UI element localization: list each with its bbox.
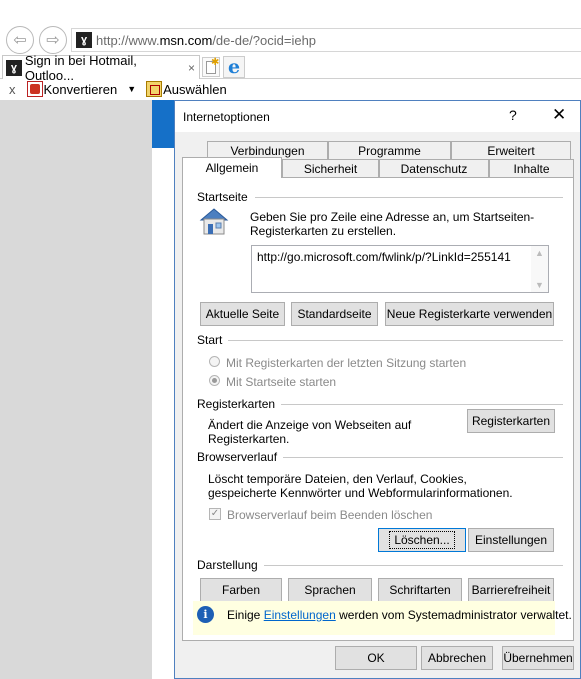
history-description: Löscht temporäre Dateien, den Verlauf, C… [208, 472, 513, 500]
divider [225, 340, 563, 341]
delete-on-exit-checkbox[interactable]: ✓ [209, 508, 221, 520]
new-tab-button[interactable]: ✱ [202, 57, 220, 77]
tab-allgemein[interactable]: Allgemein [182, 157, 282, 178]
tab-close-icon[interactable]: × [188, 61, 195, 75]
tab-sicherheit[interactable]: Sicherheit [282, 159, 379, 177]
msn-header-strip [152, 100, 174, 148]
divider [273, 404, 563, 405]
dialog-titlebar: Internetoptionen ? ✕ [175, 101, 580, 132]
select-icon [146, 81, 163, 97]
close-button[interactable]: ✕ [552, 105, 566, 125]
colors-button[interactable]: Farben [200, 578, 282, 602]
radio-last-session-label: Mit Registerkarten der letzten Sitzung s… [226, 356, 467, 370]
delete-button[interactable]: Löschen... [378, 528, 466, 552]
fonts-button[interactable]: Schriftarten [378, 578, 462, 602]
back-button[interactable]: ⇦ [6, 26, 34, 54]
chevron-down-icon[interactable]: ▼ [127, 84, 136, 94]
history-heading: Browserverlauf [197, 450, 284, 464]
homepage-url-field[interactable]: http://go.microsoft.com/fwlink/p/?LinkId… [251, 245, 549, 293]
info-message: Einige Einstellungen werden vom Systemad… [227, 608, 572, 622]
delete-button-label: Löschen... [389, 531, 455, 549]
languages-button[interactable]: Sprachen [288, 578, 372, 602]
radio-last-session[interactable] [209, 356, 220, 367]
start-heading: Start [197, 333, 229, 347]
divider [257, 565, 563, 566]
accessibility-button[interactable]: Barrierefreiheit [468, 578, 554, 602]
appearance-heading: Darstellung [197, 558, 264, 572]
history-settings-button[interactable]: Einstellungen [468, 528, 554, 552]
tab-datenschutz[interactable]: Datenschutz [379, 159, 489, 177]
delete-on-exit-label: Browserverlauf beim Beenden löschen [227, 508, 433, 522]
select-button[interactable]: Auswählen [163, 82, 227, 97]
convert-button[interactable]: Konvertieren [44, 82, 118, 97]
info-icon: i [197, 606, 214, 623]
browser-tab[interactable]: ɣ Sign in bei Hotmail, Outloo... × [2, 53, 200, 83]
cancel-button[interactable]: Abbrechen [421, 646, 493, 670]
url-scrollbar[interactable]: ▲ ▼ [531, 246, 548, 292]
settings-link[interactable]: Einstellungen [264, 608, 336, 622]
msn-page-strip [152, 148, 174, 679]
tabs-description: Ändert die Anzeige von Webseiten auf Reg… [208, 418, 412, 446]
radio-start-homepage-label: Mit Startseite starten [226, 375, 337, 389]
star-icon: ✱ [211, 57, 220, 68]
pdf-convert-icon [26, 81, 43, 97]
tab-strip: ɣ Sign in bei Hotmail, Outloo... × ✱ e [0, 53, 581, 83]
command-bar: x Konvertieren ▼ Auswählen [0, 79, 581, 99]
tab-programme[interactable]: Programme [328, 141, 451, 159]
divider [273, 457, 563, 458]
divider [255, 197, 563, 198]
homepage-url-value: http://go.microsoft.com/fwlink/p/?LinkId… [257, 250, 511, 264]
new-tab-page-button[interactable]: Neue Registerkarte verwenden [385, 302, 554, 326]
internet-explorer-icon[interactable]: e [223, 56, 245, 78]
address-bar[interactable]: ɣ http://www.msn.com/de-de/?ocid=iehp [71, 28, 581, 52]
tab-title: Sign in bei Hotmail, Outloo... [24, 52, 137, 83]
forward-arrow-icon: ⇨ [46, 32, 60, 49]
forward-button[interactable]: ⇨ [39, 26, 67, 54]
scroll-up-icon[interactable]: ▲ [535, 248, 544, 258]
help-button[interactable]: ? [509, 107, 517, 123]
tabs-heading: Registerkarten [197, 397, 282, 411]
homepage-heading: Startseite [197, 190, 254, 204]
msn-favicon-icon: ɣ [76, 32, 92, 48]
tab-erweitert[interactable]: Erweitert [451, 141, 571, 159]
command-bar-close-icon[interactable]: x [9, 82, 16, 97]
current-page-button[interactable]: Aktuelle Seite [200, 302, 285, 326]
apply-button[interactable]: Übernehmen [502, 646, 574, 670]
home-icon [199, 208, 229, 235]
scroll-down-icon[interactable]: ▼ [535, 280, 544, 290]
homepage-description: Geben Sie pro Zeile eine Adresse an, um … [250, 210, 535, 238]
default-page-button[interactable]: Standardseite [291, 302, 378, 326]
tabs-settings-button[interactable]: Registerkarten [467, 409, 555, 433]
internet-options-dialog: Internetoptionen ? ✕ Verbindungen Progra… [174, 100, 581, 679]
tab-inhalte[interactable]: Inhalte [489, 159, 574, 177]
ok-button[interactable]: OK [335, 646, 417, 670]
radio-start-homepage[interactable] [209, 375, 220, 386]
address-url: http://www.msn.com/de-de/?ocid=iehp [96, 32, 317, 48]
back-arrow-icon: ⇦ [13, 32, 27, 49]
dialog-title: Internetoptionen [183, 110, 270, 124]
msn-favicon-icon: ɣ [6, 59, 22, 76]
